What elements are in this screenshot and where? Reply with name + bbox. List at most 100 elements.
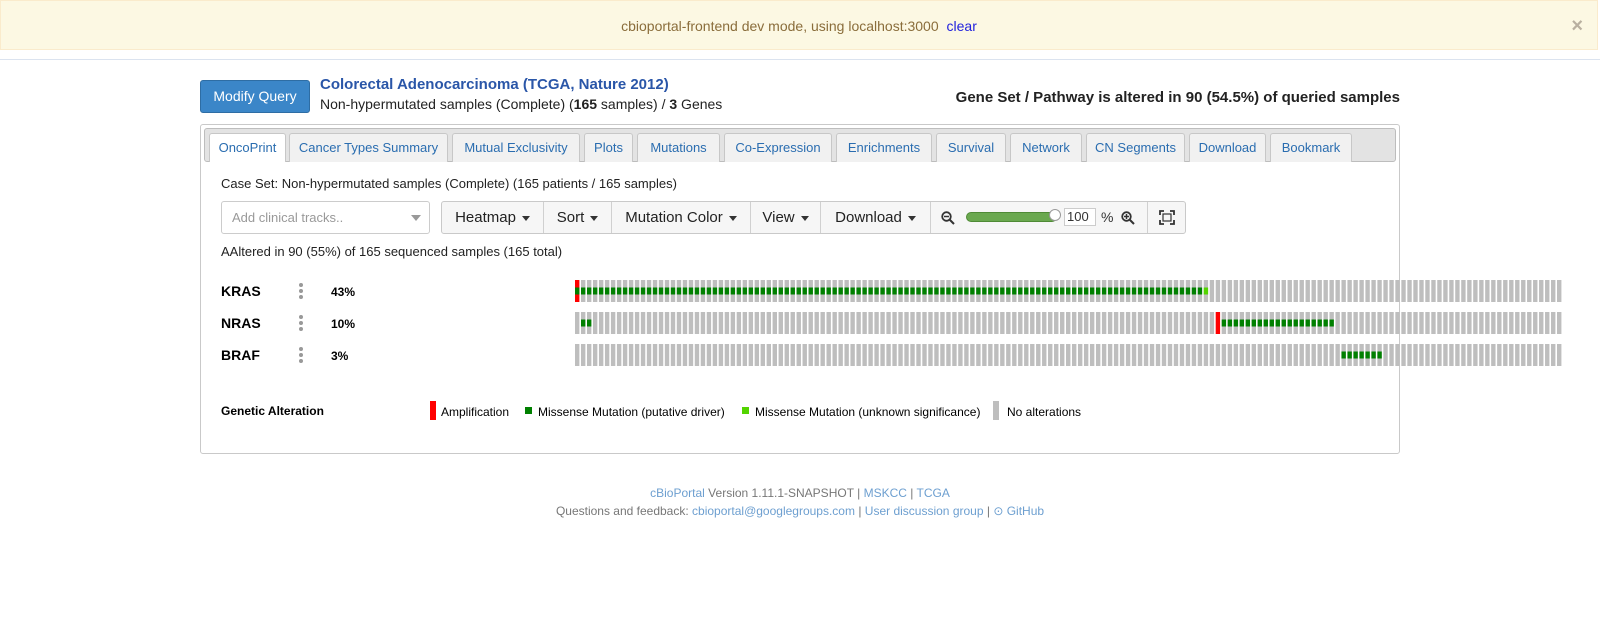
sample-cell[interactable] (1095, 344, 1101, 366)
sample-cell[interactable] (1365, 312, 1370, 334)
sample-cell[interactable] (772, 344, 777, 366)
sample-cell[interactable] (1425, 280, 1430, 302)
sample-cell[interactable] (646, 344, 652, 366)
sample-cell[interactable] (862, 344, 867, 366)
tab-survival[interactable]: Survival (936, 133, 1006, 162)
sample-cell[interactable] (628, 312, 634, 334)
sample-cell[interactable] (904, 344, 909, 366)
tab-download[interactable]: Download (1189, 133, 1266, 162)
sample-cell[interactable] (868, 312, 873, 334)
sample-cell[interactable] (1467, 280, 1472, 302)
sample-cell[interactable] (1215, 344, 1221, 366)
sample-cell[interactable] (1054, 344, 1059, 366)
sample-cell[interactable] (1377, 280, 1382, 302)
sample-cell[interactable] (1066, 312, 1071, 334)
sample-cell[interactable] (1227, 280, 1233, 302)
sample-cell[interactable] (1042, 312, 1047, 334)
sample-cell[interactable] (1473, 344, 1478, 366)
sample-cell[interactable] (1293, 280, 1298, 302)
sample-cell[interactable] (1389, 344, 1394, 366)
sample-cell[interactable] (838, 344, 843, 366)
amplification-cell[interactable] (1215, 312, 1221, 334)
sample-cell[interactable] (1557, 312, 1562, 334)
sample-cell[interactable] (1203, 312, 1209, 334)
sample-cell[interactable] (1323, 280, 1328, 302)
sample-cell[interactable] (1437, 280, 1442, 302)
sample-cell[interactable] (760, 344, 766, 366)
sample-cell[interactable] (1425, 312, 1430, 334)
sample-cell[interactable] (604, 312, 610, 334)
sample-cell[interactable] (1329, 344, 1334, 366)
sample-cell[interactable] (1179, 344, 1185, 366)
tab-co-expression[interactable]: Co-Expression (724, 133, 832, 162)
sample-cell[interactable] (772, 312, 777, 334)
sample-cell[interactable] (676, 344, 682, 366)
sample-cell[interactable] (1395, 344, 1400, 366)
sample-cell[interactable] (922, 344, 927, 366)
sample-cell[interactable] (1467, 312, 1472, 334)
sample-cell[interactable] (976, 312, 981, 334)
github-link[interactable]: ⊙ GitHub (993, 504, 1044, 518)
sample-cell[interactable] (1335, 312, 1340, 334)
sample-cell[interactable] (778, 312, 783, 334)
sample-cell[interactable] (1521, 344, 1526, 366)
sample-cell[interactable] (1383, 312, 1388, 334)
sample-cell[interactable] (640, 344, 646, 366)
sample-cell[interactable] (1293, 344, 1298, 366)
sample-cell[interactable] (580, 344, 586, 366)
sample-cell[interactable] (724, 312, 730, 334)
sample-cell[interactable] (1461, 312, 1466, 334)
sample-cell[interactable] (868, 344, 873, 366)
sample-cell[interactable] (1000, 344, 1005, 366)
sample-cell[interactable] (1413, 280, 1418, 302)
sample-cell[interactable] (1431, 280, 1436, 302)
sample-cell[interactable] (1395, 280, 1400, 302)
sample-cell[interactable] (922, 312, 927, 334)
sample-cell[interactable] (850, 344, 855, 366)
sample-cell[interactable] (952, 344, 957, 366)
sample-cell[interactable] (1227, 344, 1233, 366)
sample-cell[interactable] (1257, 344, 1263, 366)
sample-cell[interactable] (1347, 312, 1352, 334)
sample-cell[interactable] (982, 312, 987, 334)
sample-cell[interactable] (928, 312, 933, 334)
sample-cell[interactable] (1299, 344, 1304, 366)
sample-cell[interactable] (856, 344, 861, 366)
sample-cell[interactable] (826, 344, 831, 366)
sample-cell[interactable] (1071, 312, 1077, 334)
sample-cell[interactable] (1191, 344, 1197, 366)
sample-cell[interactable] (748, 344, 754, 366)
sample-cell[interactable] (1539, 344, 1544, 366)
sample-cell[interactable] (1131, 344, 1137, 366)
sample-cell[interactable] (1527, 280, 1532, 302)
sample-cell[interactable] (592, 344, 598, 366)
sample-cell[interactable] (1533, 280, 1538, 302)
heatmap-dropdown[interactable]: Heatmap (442, 202, 544, 233)
sample-cell[interactable] (1257, 280, 1263, 302)
sample-cell[interactable] (1515, 312, 1520, 334)
sample-cell[interactable] (1251, 344, 1257, 366)
clear-link[interactable]: clear (947, 18, 977, 34)
sample-cell[interactable] (742, 344, 748, 366)
sample-cell[interactable] (916, 312, 921, 334)
tab-oncoprint[interactable]: OncoPrint (209, 133, 286, 162)
sample-cell[interactable] (1455, 344, 1460, 366)
sample-cell[interactable] (1221, 344, 1227, 366)
sample-cell[interactable] (910, 312, 915, 334)
sample-cell[interactable] (1245, 280, 1251, 302)
sample-cell[interactable] (1197, 344, 1203, 366)
sample-cell[interactable] (796, 312, 801, 334)
sample-cell[interactable] (1557, 280, 1562, 302)
sample-cell[interactable] (874, 344, 879, 366)
sample-cell[interactable] (1401, 344, 1406, 366)
sample-cell[interactable] (964, 344, 969, 366)
sample-cell[interactable] (634, 312, 640, 334)
sample-cell[interactable] (1491, 344, 1496, 366)
sample-cell[interactable] (808, 312, 813, 334)
sample-cell[interactable] (826, 312, 831, 334)
sample-cell[interactable] (604, 344, 610, 366)
sample-cell[interactable] (1305, 280, 1310, 302)
sample-cell[interactable] (1287, 280, 1292, 302)
tab-cn-segments[interactable]: CN Segments (1086, 133, 1185, 162)
sample-cell[interactable] (1018, 312, 1023, 334)
